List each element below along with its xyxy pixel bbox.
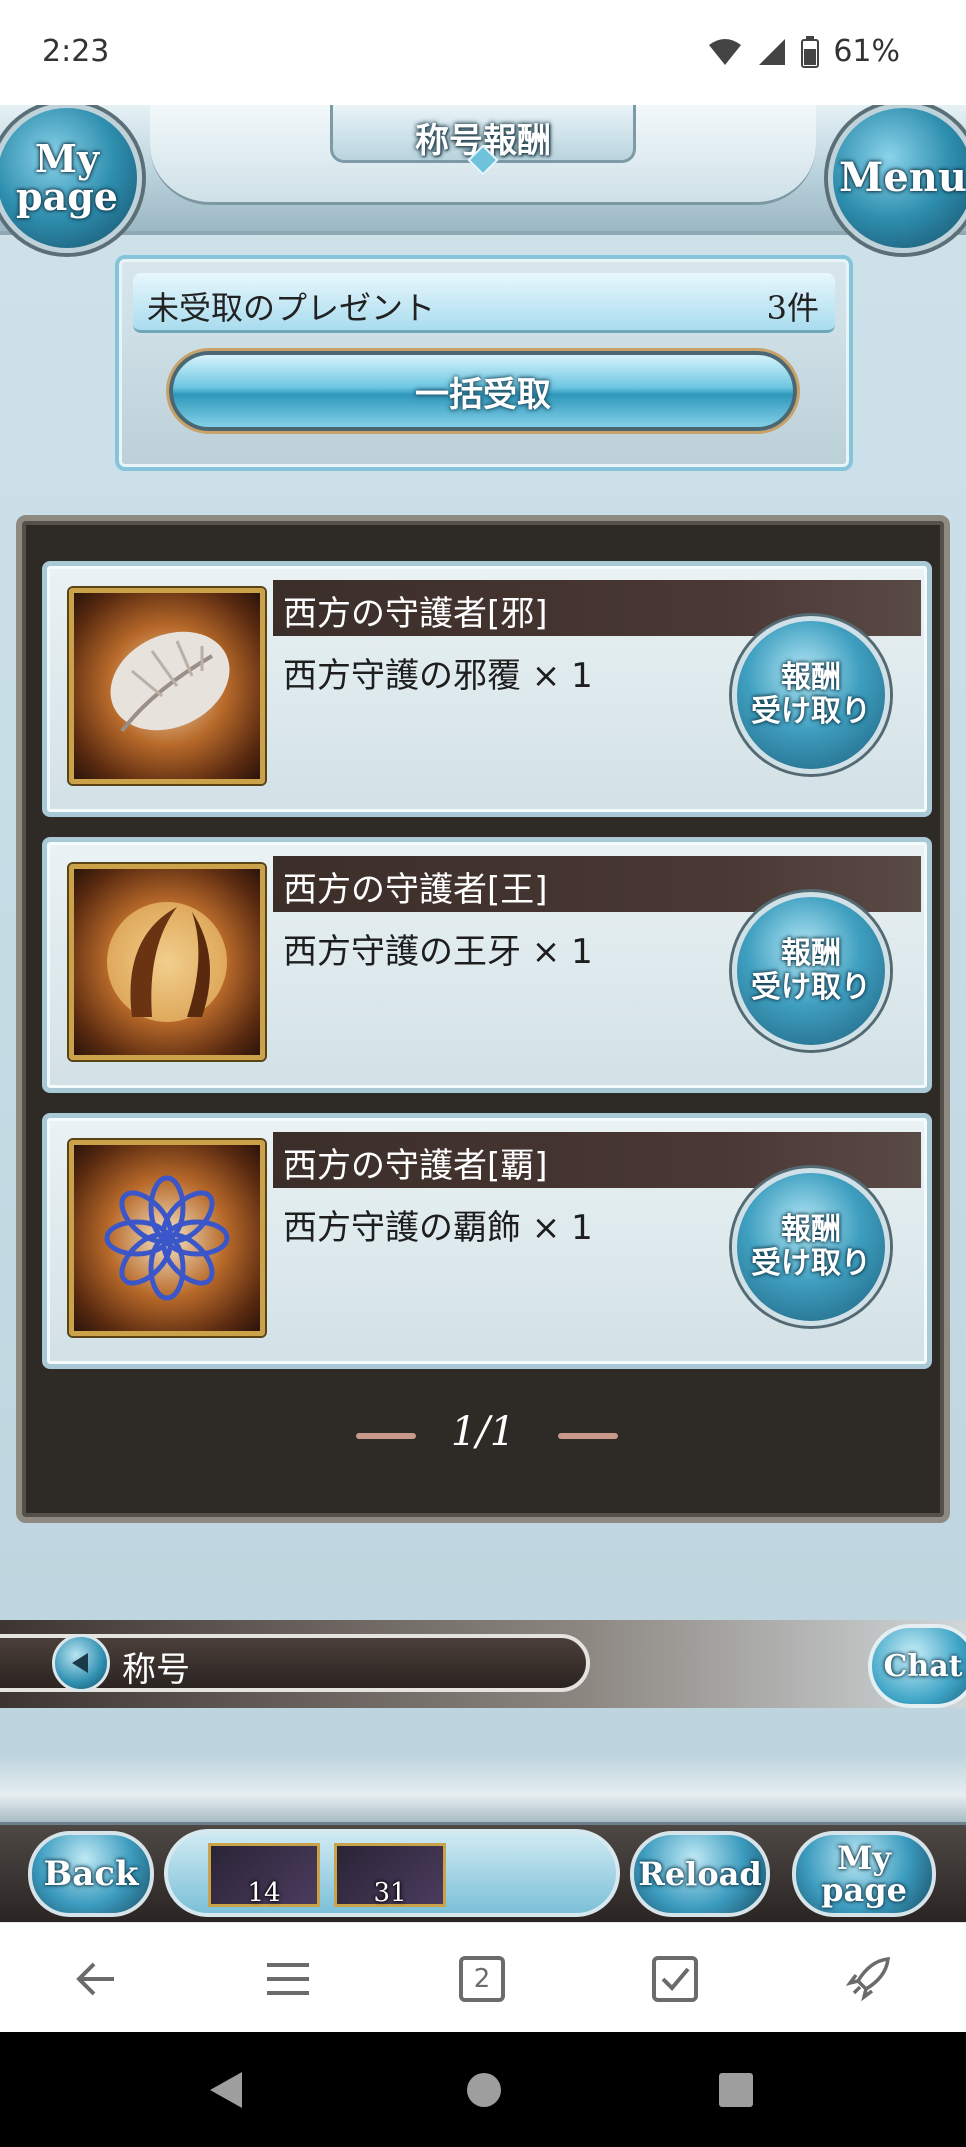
crystal-orb-icon[interactable]: 14	[208, 1843, 320, 1908]
android-home-icon[interactable]	[464, 2070, 504, 2110]
section-back-button[interactable]	[52, 1634, 110, 1692]
present-box: 未受取のプレゼント 3件 一括受取	[115, 255, 853, 471]
item-shortcut-tray: 14 31	[164, 1829, 620, 1917]
status-icons: 61%	[707, 34, 900, 69]
present-header: 未受取のプレゼント 3件	[133, 273, 835, 333]
bulk-receive-button[interactable]: 一括受取	[169, 351, 797, 431]
browser-nav: 2	[0, 1922, 966, 2032]
browser-back-icon[interactable]	[66, 1949, 126, 2009]
tabs-icon[interactable]: 2	[452, 1949, 512, 2009]
reward-title: 西方の守護者[邪]	[283, 594, 548, 634]
claim-label-line1: 報酬	[781, 1211, 841, 1247]
battery-icon	[801, 35, 820, 68]
reward-title: 西方の守護者[覇]	[283, 1146, 548, 1186]
status-time: 2:23	[42, 34, 110, 69]
mypage-button-bottom[interactable]: My page	[792, 1831, 936, 1917]
claim-reward-button[interactable]: 報酬 受け取り	[732, 892, 890, 1050]
checkbox-icon[interactable]	[645, 1949, 705, 2009]
wifi-icon	[709, 38, 742, 65]
claim-label-line2: 受け取り	[751, 1246, 871, 1281]
feather-icon	[69, 588, 265, 784]
section-nav: 称号 Chat	[0, 1620, 966, 1708]
menu-button[interactable]: Menu	[828, 105, 966, 253]
item-count: 31	[373, 1878, 407, 1908]
back-button[interactable]: Back	[28, 1831, 154, 1917]
crystal-shard-icon[interactable]: 31	[334, 1843, 446, 1908]
rocket-icon[interactable]	[838, 1949, 898, 2009]
reward-item-text: 西方守護の邪覆 × 1	[283, 656, 593, 696]
mypage-button-top[interactable]: My page	[0, 105, 142, 253]
claim-label-line2: 受け取り	[751, 970, 871, 1005]
page-indicator: 1/1	[450, 1409, 516, 1455]
present-count: 3件	[766, 289, 819, 327]
tab-count: 2	[473, 1964, 491, 1994]
reward-item-text: 西方守護の覇飾 × 1	[283, 1208, 593, 1248]
claim-label-line1: 報酬	[781, 659, 841, 695]
triangle-left-icon	[72, 1653, 88, 1673]
claim-reward-button[interactable]: 報酬 受け取り	[732, 616, 890, 774]
rewards-panel: 西方の守護者[邪] 西方守護の邪覆 × 1 報酬 受け取り 西方の守護者[王] …	[16, 515, 950, 1523]
claim-reward-button[interactable]: 報酬 受け取り	[732, 1168, 890, 1326]
reward-item: 西方の守護者[邪] 西方守護の邪覆 × 1 報酬 受け取り	[42, 561, 932, 817]
claim-label-line1: 報酬	[781, 935, 841, 971]
reward-item: 西方の守護者[王] 西方守護の王牙 × 1 報酬 受け取り	[42, 837, 932, 1093]
battery-percent: 61%	[833, 34, 900, 69]
signal-icon	[759, 38, 786, 65]
claim-label-line2: 受け取り	[751, 694, 871, 729]
reward-item: 西方の守護者[覇] 西方守護の覇飾 × 1 報酬 受け取り	[42, 1113, 932, 1369]
reward-title: 西方の守護者[王]	[283, 870, 548, 910]
android-nav	[0, 2032, 966, 2147]
android-recents-icon[interactable]	[716, 2070, 756, 2110]
next-page-arrow[interactable]	[558, 1433, 618, 1439]
menu-lines-icon[interactable]	[258, 1949, 318, 2009]
game-area: 称号報酬 My page Menu 未受取のプレゼント 3件 一括受取 西方の守…	[0, 105, 966, 1922]
chat-button[interactable]: Chat	[868, 1624, 966, 1708]
android-back-icon[interactable]	[206, 2070, 246, 2110]
reward-item-text: 西方守護の王牙 × 1	[283, 932, 593, 972]
toolbar-ornament	[0, 1755, 966, 1825]
header: 称号報酬 My page Menu	[0, 105, 966, 253]
item-count: 14	[247, 1878, 281, 1908]
status-bar: 2:23 61%	[0, 0, 966, 105]
flower-ornament-icon	[69, 1140, 265, 1336]
section-label: 称号	[122, 1650, 190, 1690]
reload-button[interactable]: Reload	[630, 1831, 770, 1917]
present-label: 未受取のプレゼント	[147, 289, 436, 327]
bottom-toolbar: Back 14 31 Reload My page	[0, 1825, 966, 1922]
fang-icon	[69, 864, 265, 1060]
